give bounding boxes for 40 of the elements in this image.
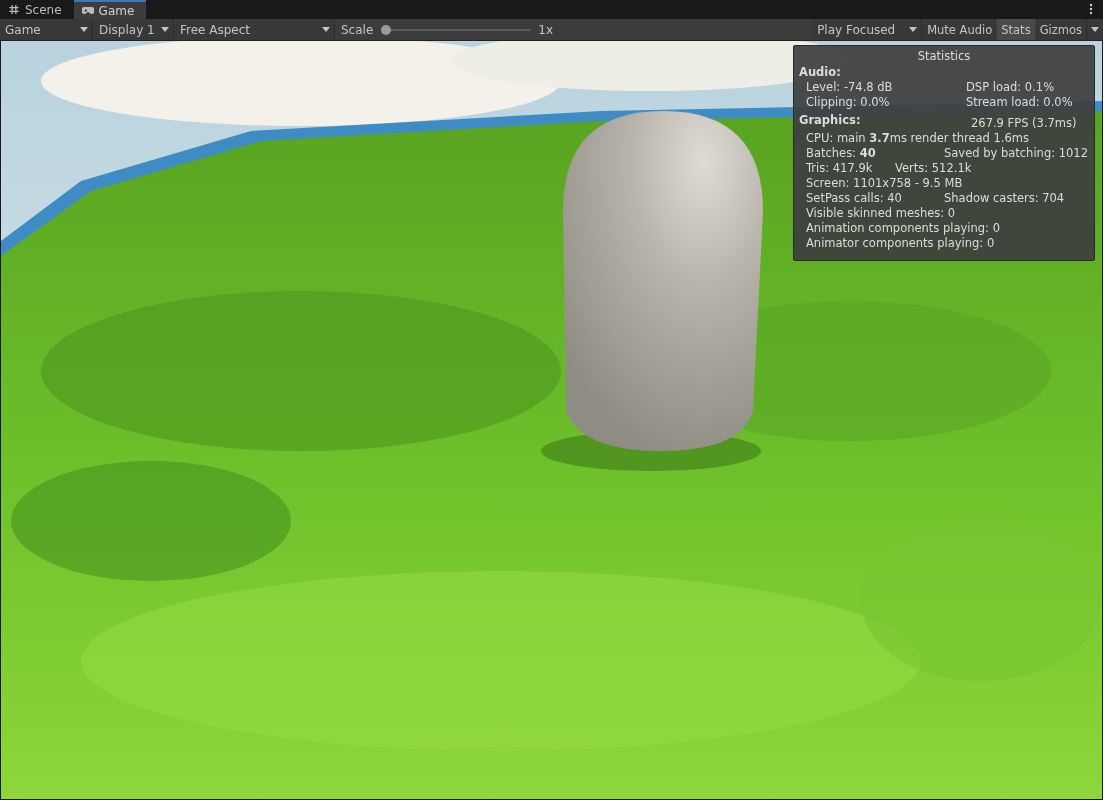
gizmos-button[interactable]: Gizmos [1035,19,1086,40]
stat-text: Animator components playing: 0 [806,236,995,251]
scale-label: Scale [341,22,374,37]
stat-text: DSP load: 0.1% [966,80,1055,95]
stat-text: Stream load: 0.0% [966,95,1073,110]
caret-icon [80,27,88,32]
fps-reading: 267.9 FPS (3.7ms) [971,116,1077,131]
stat-text: Saved by batching: 1012 [944,146,1088,161]
stat-text: Clipping: 0.0% [806,95,891,110]
stat-text: Batches: 40 [806,146,877,161]
stat-text: SetPass calls: 40 [806,191,903,206]
toggle-button[interactable]: Stats [997,19,1035,40]
tab[interactable]: Game [73,0,147,19]
section-heading: Graphics: [799,113,861,128]
grid-icon [8,4,20,15]
toggle-button[interactable]: Mute Audio [923,19,997,40]
stat-text: Level: -74.8 dB [806,80,894,95]
slider-thumb[interactable] [381,24,392,35]
gizmos-menu-button[interactable] [1086,19,1103,40]
stat-text: Verts: 512.1k [895,161,972,176]
caret-icon [909,27,918,32]
gamepad-icon [81,5,94,16]
more-icon[interactable] [1089,3,1093,15]
stat-text: Shadow casters: 704 [944,191,1065,206]
stat-text: Animation components playing: 0 [806,221,1000,236]
dropdown[interactable]: Free Aspect [175,19,335,40]
dropdown[interactable]: Play Focused [812,19,923,40]
tab[interactable]: Scene [0,0,74,19]
dropdown[interactable]: Display 1 [94,19,174,40]
caret-icon [322,27,330,32]
section-heading: Audio: [799,65,841,80]
stat-text: Visible skinned meshes: 0 [806,206,956,221]
dropdown[interactable]: Game [0,19,93,40]
stat-text: Screen: 1101x758 - 9.5 MB [806,176,963,191]
panel-title: Statistics [916,49,972,64]
scale-reading: 1x [538,22,554,37]
stat-text: CPU: main 3.7ms render thread 1.6ms [806,131,1029,146]
caret-icon [1091,27,1099,32]
caret-icon [161,27,169,32]
stat-text: Tris: 417.9k [806,161,874,176]
